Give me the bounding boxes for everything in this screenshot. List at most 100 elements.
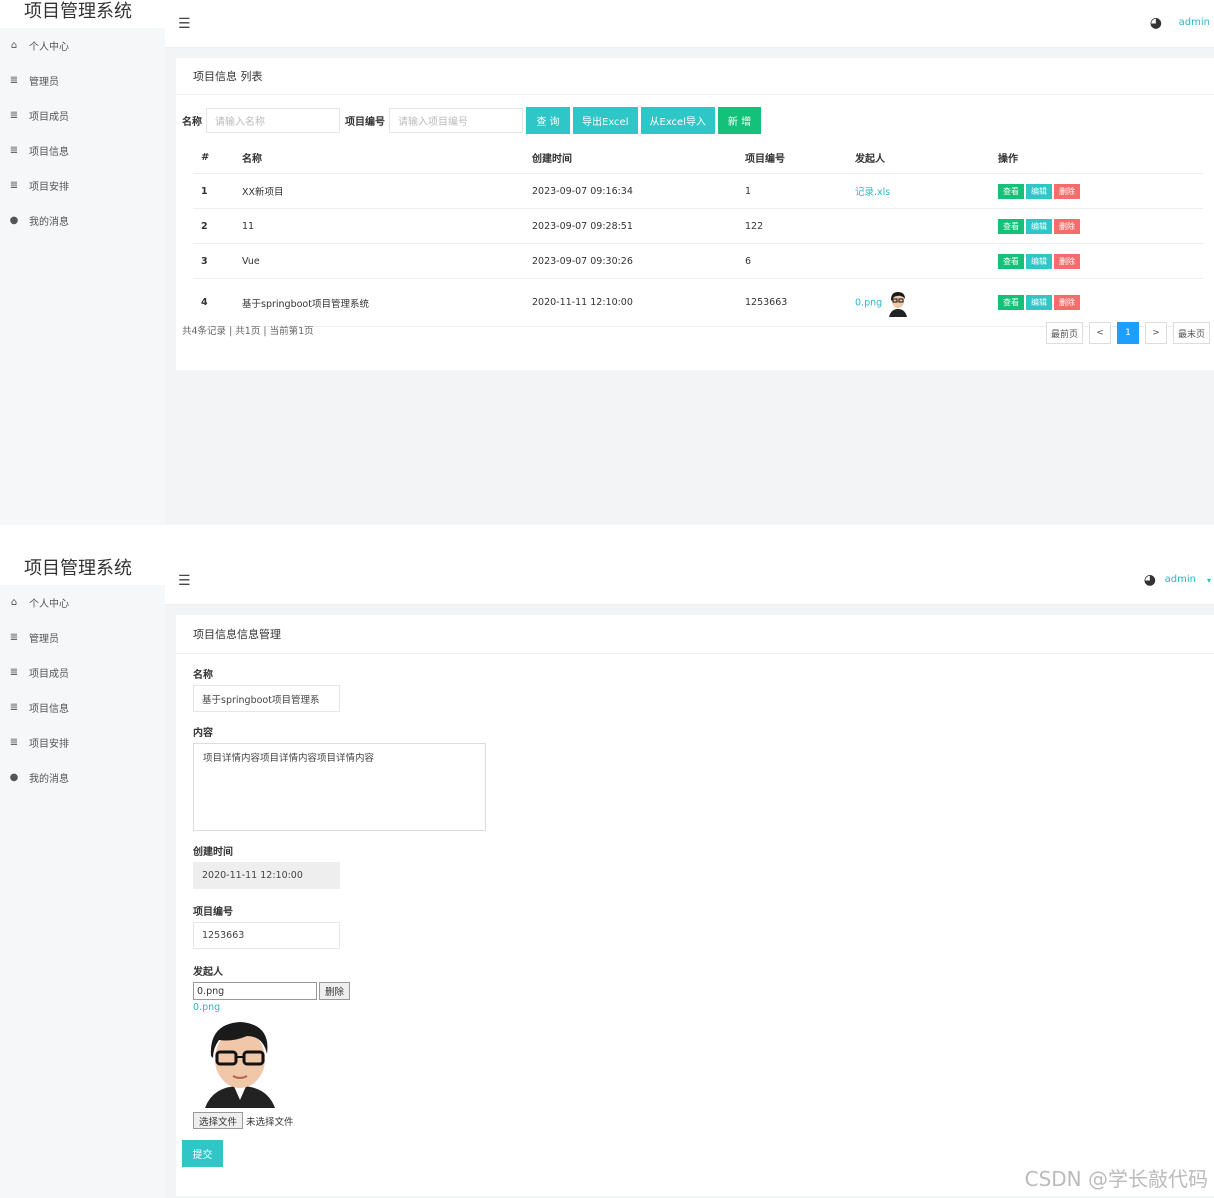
- delete-button[interactable]: 删除: [1054, 218, 1080, 234]
- sidebar-item-admin[interactable]: ≣ 管理员: [0, 620, 165, 655]
- last-page-button[interactable]: 最末页: [1172, 322, 1210, 344]
- prev-page-button[interactable]: <: [1088, 322, 1111, 344]
- sidebar-item-schedule[interactable]: ≣ 项目安排: [0, 725, 165, 760]
- first-page-button[interactable]: 最前页: [1045, 322, 1083, 344]
- row-time: 2023-09-07 09:16:34: [531, 173, 744, 209]
- table-row: 3 Vue 2023-09-07 09:30:26 6 查看 编辑 删除: [193, 243, 1203, 279]
- table-row: 4 基于springboot项目管理系统 2020-11-11 12:10:00 12…: [193, 278, 1203, 327]
- table-header: # 名称 创建时间 项目编号 发起人 操作: [193, 141, 1203, 174]
- row-index: 1: [193, 173, 241, 209]
- row-actions: 查看 编辑 删除: [997, 278, 1203, 327]
- edit-button[interactable]: 编辑: [1026, 183, 1052, 199]
- name-field[interactable]: 基于springboot项目管理系: [193, 685, 340, 712]
- delete-button[interactable]: 删除: [1054, 253, 1080, 269]
- view-button[interactable]: 查看: [998, 253, 1024, 269]
- content-field-label: 内容: [193, 728, 213, 739]
- sidebar-item-schedule[interactable]: ≣ 项目安排: [0, 168, 165, 203]
- choose-file-button[interactable]: 选择文件: [193, 1112, 244, 1129]
- record-summary: 共4条记录 | 共1页 | 当前第1页: [182, 326, 314, 337]
- file-link[interactable]: 0.png: [193, 1002, 1214, 1013]
- row-index: 3: [193, 243, 241, 279]
- sidebar-item-profile[interactable]: ⌂ 个人中心: [0, 28, 165, 63]
- initiator-link[interactable]: 记录.xls: [855, 187, 890, 198]
- view-button[interactable]: 查看: [998, 295, 1024, 310]
- edit-button[interactable]: 编辑: [1026, 218, 1052, 234]
- query-button[interactable]: 查 询: [526, 107, 570, 134]
- sidebar-item-messages[interactable]: ● 我的消息: [0, 203, 165, 238]
- topbar: ☰ ◕ admin: [165, 0, 1214, 48]
- list-icon: ≣: [9, 110, 19, 121]
- row-index: 4: [193, 278, 241, 327]
- row-time: 2023-09-07 09:30:26: [531, 243, 744, 279]
- menu-toggle-icon[interactable]: ☰: [178, 574, 191, 588]
- delete-button[interactable]: 删除: [1054, 295, 1080, 310]
- initiator-file-field[interactable]: 0.png: [193, 982, 317, 1000]
- row-name: XX新项目: [241, 173, 531, 209]
- code-search-input[interactable]: 请输入项目编号: [389, 108, 523, 133]
- form-screen: 项目管理系统 ⌂ 个人中心 ≣ 管理员 ≣ 项目成员 ≣ 项目信息 ≣ 项目安排 ● 我的消…: [0, 557, 1214, 1198]
- col-index: #: [193, 141, 241, 174]
- col-time: 创建时间: [531, 141, 744, 174]
- code-field[interactable]: 1253663: [193, 922, 340, 949]
- code-field-label: 项目编号: [193, 907, 233, 918]
- list-icon: ≣: [9, 632, 19, 643]
- col-name: 名称: [241, 141, 531, 174]
- sidebar-item-profile[interactable]: ⌂ 个人中心: [0, 585, 165, 620]
- palette-icon[interactable]: ◕: [1144, 572, 1156, 588]
- form-card: 项目信息信息管理 名称 基于springboot项目管理系 内容 项目详情内容项…: [176, 615, 1214, 1196]
- home-icon: ⌂: [10, 597, 18, 608]
- row-code: 1: [744, 173, 854, 209]
- name-label: 名称: [182, 117, 202, 128]
- export-excel-button[interactable]: 导出Excel: [573, 107, 638, 134]
- initiator-link[interactable]: 0.png: [855, 297, 882, 308]
- page-1-button[interactable]: 1: [1116, 322, 1139, 344]
- view-button[interactable]: 查看: [998, 218, 1024, 234]
- file-chooser: 选择文件 未选择文件: [193, 1112, 1214, 1129]
- palette-icon[interactable]: ◕: [1150, 15, 1162, 31]
- sidebar-item-projects[interactable]: ≣ 项目信息: [0, 690, 165, 725]
- list-card: 项目信息 列表 名称 请输入名称 项目编号 请输入项目编号 查 询 导出Exce…: [176, 58, 1214, 370]
- table-row: 2 11 2023-09-07 09:28:51 122 查看 编辑 删除: [193, 208, 1203, 244]
- import-excel-button[interactable]: 从Excel导入: [640, 107, 715, 134]
- row-code: 1253663: [744, 278, 854, 327]
- user-menu[interactable]: admin: [1179, 17, 1210, 28]
- row-actions: 查看 编辑 删除: [997, 208, 1203, 244]
- main-content: 项目信息 列表 名称 请输入名称 项目编号 请输入项目编号 查 询 导出Exce…: [165, 48, 1214, 525]
- content-textarea[interactable]: 项目详情内容项目详情内容项目详情内容: [193, 743, 486, 831]
- col-initiator: 发起人: [854, 141, 997, 174]
- list-icon: ≣: [9, 75, 19, 86]
- menu-toggle-icon[interactable]: ☰: [178, 17, 191, 31]
- sidebar-item-members[interactable]: ≣ 项目成员: [0, 98, 165, 133]
- user-menu[interactable]: admin: [1165, 574, 1196, 585]
- initiator-field-label: 发起人: [193, 967, 223, 978]
- watermark: CSDN @学长敲代码: [1024, 1167, 1208, 1191]
- row-initiator: 记录.xls: [854, 173, 997, 209]
- name-search-input[interactable]: 请输入名称: [206, 108, 340, 133]
- sidebar-item-members[interactable]: ≣ 项目成员: [0, 655, 165, 690]
- next-page-button[interactable]: >: [1144, 322, 1167, 344]
- row-name: 基于springboot项目管理系统: [241, 278, 531, 327]
- add-button[interactable]: 新 增: [718, 107, 761, 134]
- row-code: 6: [744, 243, 854, 279]
- sidebar-item-admin[interactable]: ≣ 管理员: [0, 63, 165, 98]
- caret-down-icon[interactable]: ▾: [1207, 576, 1211, 585]
- edit-button[interactable]: 编辑: [1026, 253, 1052, 269]
- delete-file-button[interactable]: 删除: [319, 982, 351, 1000]
- submit-button[interactable]: 提交: [182, 1140, 223, 1167]
- list-icon: ≣: [9, 737, 19, 748]
- row-time: 2023-09-07 09:28:51: [531, 208, 744, 244]
- row-actions: 查看 编辑 删除: [997, 243, 1203, 279]
- edit-button[interactable]: 编辑: [1026, 295, 1052, 310]
- user-icon: ●: [9, 772, 19, 783]
- delete-button[interactable]: 删除: [1054, 183, 1080, 199]
- home-icon: ⌂: [10, 40, 18, 51]
- row-index: 2: [193, 208, 241, 244]
- view-button[interactable]: 查看: [998, 183, 1024, 199]
- list-icon: ≣: [9, 667, 19, 678]
- name-field-label: 名称: [193, 670, 213, 681]
- sidebar-item-projects[interactable]: ≣ 项目信息: [0, 133, 165, 168]
- list-screen: 项目管理系统 ⌂ 个人中心 ≣ 管理员 ≣ 项目成员 ≣ 项目信息 ≣ 项目安排 ● 我的消…: [0, 0, 1214, 525]
- topbar: ☰ ◕ admin ▾: [165, 557, 1214, 605]
- sidebar-item-messages[interactable]: ● 我的消息: [0, 760, 165, 795]
- project-table: # 名称 创建时间 项目编号 发起人 操作 1 XX新项目 2023-09-07 0…: [193, 141, 1203, 327]
